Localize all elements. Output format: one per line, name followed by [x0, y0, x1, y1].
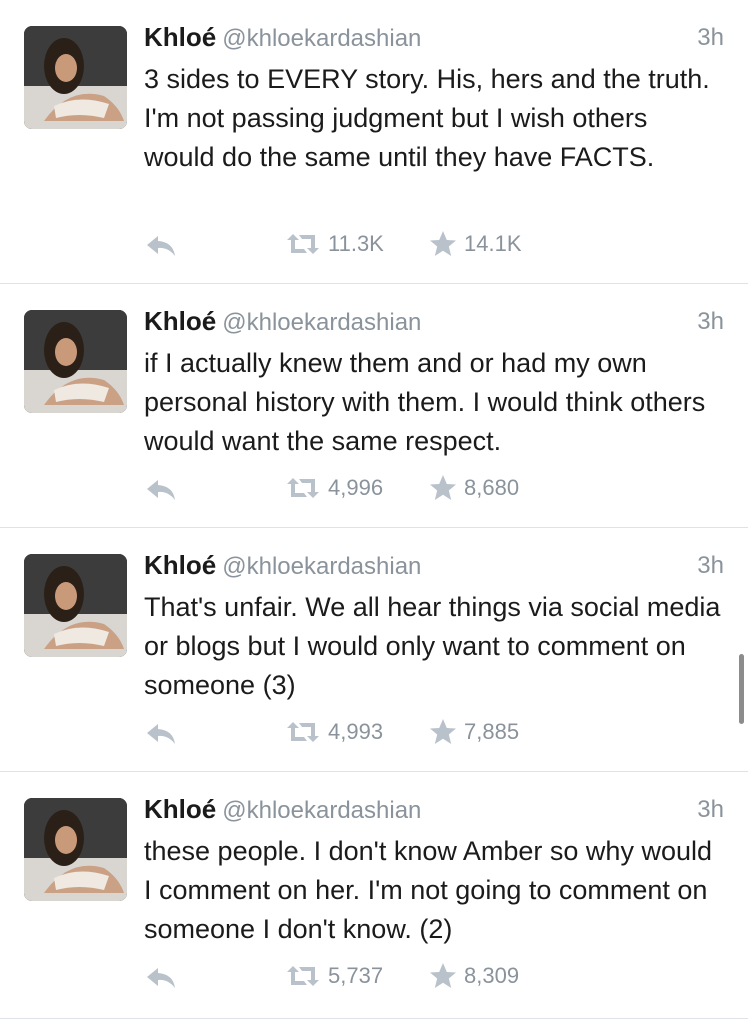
avatar[interactable]	[24, 26, 127, 129]
retweet-icon	[287, 234, 319, 254]
favorite-button[interactable]: 8,309	[428, 960, 519, 992]
author-name[interactable]: Khloé	[144, 794, 216, 824]
star-icon	[430, 719, 456, 744]
tweet-actions: 11.3K 14.1K	[144, 228, 564, 260]
tweet-actions: 4,996 8,680	[144, 472, 564, 504]
reply-button[interactable]	[144, 962, 178, 992]
favorite-count: 14.1K	[464, 231, 522, 256]
retweet-button[interactable]: 5,737	[284, 960, 383, 992]
author-handle[interactable]: @khloekardashian	[222, 309, 421, 336]
retweet-count: 11.3K	[328, 231, 384, 256]
tweet[interactable]: Khloé @khloekardashian 3h That's unfair. …	[0, 528, 748, 772]
retweet-button[interactable]: 4,993	[284, 716, 383, 748]
retweet-count: 5,737	[328, 963, 384, 988]
star-icon	[430, 475, 456, 500]
star-icon	[430, 231, 456, 256]
tweet-timestamp[interactable]: 3h	[697, 796, 724, 824]
favorite-button[interactable]: 7,885	[428, 716, 519, 748]
tweet-timestamp[interactable]: 3h	[697, 308, 724, 336]
retweet-button[interactable]: 11.3K	[284, 228, 384, 260]
tweet-text: That's unfair. We all hear things via so…	[144, 592, 721, 700]
tweet-timestamp[interactable]: 3h	[697, 24, 724, 52]
retweet-icon	[287, 722, 319, 742]
author-handle[interactable]: @khloekardashian	[222, 553, 421, 580]
author-handle[interactable]: @khloekardashian	[222, 797, 421, 824]
favorite-count: 8,309	[464, 963, 520, 988]
avatar[interactable]	[24, 798, 127, 901]
favorite-button[interactable]: 14.1K	[428, 228, 522, 260]
star-icon	[430, 963, 456, 988]
reply-icon	[147, 968, 175, 988]
scrollbar[interactable]	[739, 654, 744, 724]
tweet-header: Khloé @khloekardashian 3h	[144, 22, 724, 58]
reply-icon	[147, 236, 175, 256]
reply-button[interactable]	[144, 718, 178, 748]
tweet-header: Khloé @khloekardashian 3h	[144, 550, 724, 586]
tweet-text: if I actually knew them and or had my ow…	[144, 348, 706, 456]
avatar[interactable]	[24, 310, 127, 413]
retweet-count: 4,993	[328, 719, 384, 744]
author-handle[interactable]: @khloekardashian	[222, 25, 421, 52]
tweet-header: Khloé @khloekardashian 3h	[144, 794, 724, 830]
tweet[interactable]: Khloé @khloekardashian 3h 3 sides to EVER…	[0, 0, 748, 284]
tweet[interactable]: Khloé @khloekardashian 3h these people. I…	[0, 772, 748, 1019]
avatar[interactable]	[24, 554, 127, 657]
retweet-icon	[287, 966, 319, 986]
tweet-timestamp[interactable]: 3h	[697, 552, 724, 580]
retweet-icon	[287, 478, 319, 498]
tweet-text: these people. I don't know Amber so why …	[144, 836, 712, 944]
reply-icon	[147, 480, 175, 500]
tweet-actions: 4,993 7,885	[144, 716, 564, 748]
reply-icon	[147, 724, 175, 744]
author-name[interactable]: Khloé	[144, 22, 216, 52]
tweet[interactable]: Khloé @khloekardashian 3h if I actually k…	[0, 284, 748, 528]
retweet-count: 4,996	[328, 475, 384, 500]
tweet-timeline: Khloé @khloekardashian 3h 3 sides to EVER…	[0, 0, 748, 1019]
tweet-text: 3 sides to EVERY story. His, hers and th…	[144, 64, 710, 172]
favorite-button[interactable]: 8,680	[428, 472, 519, 504]
reply-button[interactable]	[144, 474, 178, 504]
author-name[interactable]: Khloé	[144, 550, 216, 580]
favorite-count: 8,680	[464, 475, 520, 500]
favorite-count: 7,885	[464, 719, 520, 744]
retweet-button[interactable]: 4,996	[284, 472, 383, 504]
tweet-actions: 5,737 8,309	[144, 960, 564, 992]
tweet-header: Khloé @khloekardashian 3h	[144, 306, 724, 342]
author-name[interactable]: Khloé	[144, 306, 216, 336]
reply-button[interactable]	[144, 230, 178, 260]
